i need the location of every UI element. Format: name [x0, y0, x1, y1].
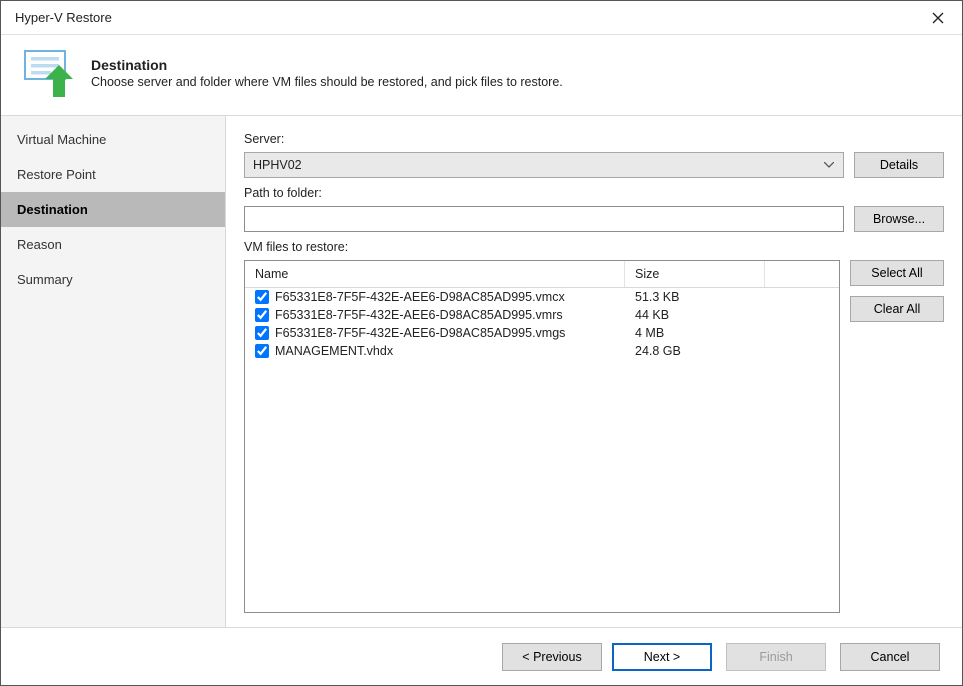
path-label: Path to folder:: [244, 186, 944, 200]
file-checkbox[interactable]: [255, 308, 269, 322]
col-header-spacer: [765, 261, 839, 287]
close-icon: [932, 12, 944, 24]
listview-header: Name Size: [245, 261, 839, 288]
titlebar: Hyper-V Restore: [1, 1, 962, 35]
close-button[interactable]: [916, 2, 960, 34]
file-size: 24.8 GB: [625, 342, 765, 360]
file-size: 4 MB: [625, 324, 765, 342]
browse-button[interactable]: Browse...: [854, 206, 944, 232]
file-name: F65331E8-7F5F-432E-AEE6-D98AC85AD995.vmr…: [275, 308, 563, 322]
file-size: 51.3 KB: [625, 288, 765, 306]
file-checkbox[interactable]: [255, 326, 269, 340]
col-header-size[interactable]: Size: [625, 261, 765, 287]
server-label: Server:: [244, 132, 944, 146]
col-header-name[interactable]: Name: [245, 261, 625, 287]
sidebar-item-reason[interactable]: Reason: [1, 227, 225, 262]
file-name: F65331E8-7F5F-432E-AEE6-D98AC85AD995.vmc…: [275, 290, 565, 304]
clear-all-button[interactable]: Clear All: [850, 296, 944, 322]
sidebar-item-destination[interactable]: Destination: [1, 192, 225, 227]
header-text: Destination Choose server and folder whe…: [91, 57, 944, 89]
window-title: Hyper-V Restore: [15, 10, 916, 25]
details-button[interactable]: Details: [854, 152, 944, 178]
select-all-button[interactable]: Select All: [850, 260, 944, 286]
finish-button: Finish: [726, 643, 826, 671]
sidebar-item-label: Destination: [17, 202, 88, 217]
file-name: F65331E8-7F5F-432E-AEE6-D98AC85AD995.vmg…: [275, 326, 565, 340]
chevron-down-icon: [821, 162, 837, 168]
files-label: VM files to restore:: [244, 240, 944, 254]
server-select-value: HPHV02: [253, 158, 821, 172]
file-row[interactable]: F65331E8-7F5F-432E-AEE6-D98AC85AD995.vmg…: [245, 324, 839, 342]
file-name: MANAGEMENT.vhdx: [275, 344, 393, 358]
path-input[interactable]: [244, 206, 844, 232]
next-button[interactable]: Next >: [612, 643, 712, 671]
file-row[interactable]: F65331E8-7F5F-432E-AEE6-D98AC85AD995.vmr…: [245, 306, 839, 324]
sidebar-item-restore-point[interactable]: Restore Point: [1, 157, 225, 192]
wizard-sidebar: Virtual Machine Restore Point Destinatio…: [1, 116, 226, 627]
cancel-button[interactable]: Cancel: [840, 643, 940, 671]
main-panel: Server: HPHV02 Details Path to folder: B…: [226, 116, 962, 627]
previous-button[interactable]: < Previous: [502, 643, 602, 671]
file-row[interactable]: MANAGEMENT.vhdx 24.8 GB: [245, 342, 839, 360]
server-select[interactable]: HPHV02: [244, 152, 844, 178]
page-subtitle: Choose server and folder where VM files …: [91, 75, 944, 89]
files-listview[interactable]: Name Size F65331E8-7F5F-432E-AEE6-D98AC8…: [244, 260, 840, 613]
file-row[interactable]: F65331E8-7F5F-432E-AEE6-D98AC85AD995.vmc…: [245, 288, 839, 306]
file-checkbox[interactable]: [255, 344, 269, 358]
listview-body: F65331E8-7F5F-432E-AEE6-D98AC85AD995.vmc…: [245, 288, 839, 612]
sidebar-item-virtual-machine[interactable]: Virtual Machine: [1, 122, 225, 157]
body: Virtual Machine Restore Point Destinatio…: [1, 115, 962, 627]
sidebar-item-label: Restore Point: [17, 167, 96, 182]
sidebar-item-summary[interactable]: Summary: [1, 262, 225, 297]
dialog-window: Hyper-V Restore Destination Choose serve…: [0, 0, 963, 686]
sidebar-item-label: Virtual Machine: [17, 132, 106, 147]
header: Destination Choose server and folder whe…: [1, 35, 962, 115]
sidebar-item-label: Reason: [17, 237, 62, 252]
file-checkbox[interactable]: [255, 290, 269, 304]
destination-icon: [19, 45, 75, 101]
file-size: 44 KB: [625, 306, 765, 324]
sidebar-item-label: Summary: [17, 272, 73, 287]
page-title: Destination: [91, 57, 944, 73]
footer: < Previous Next > Finish Cancel: [1, 627, 962, 685]
